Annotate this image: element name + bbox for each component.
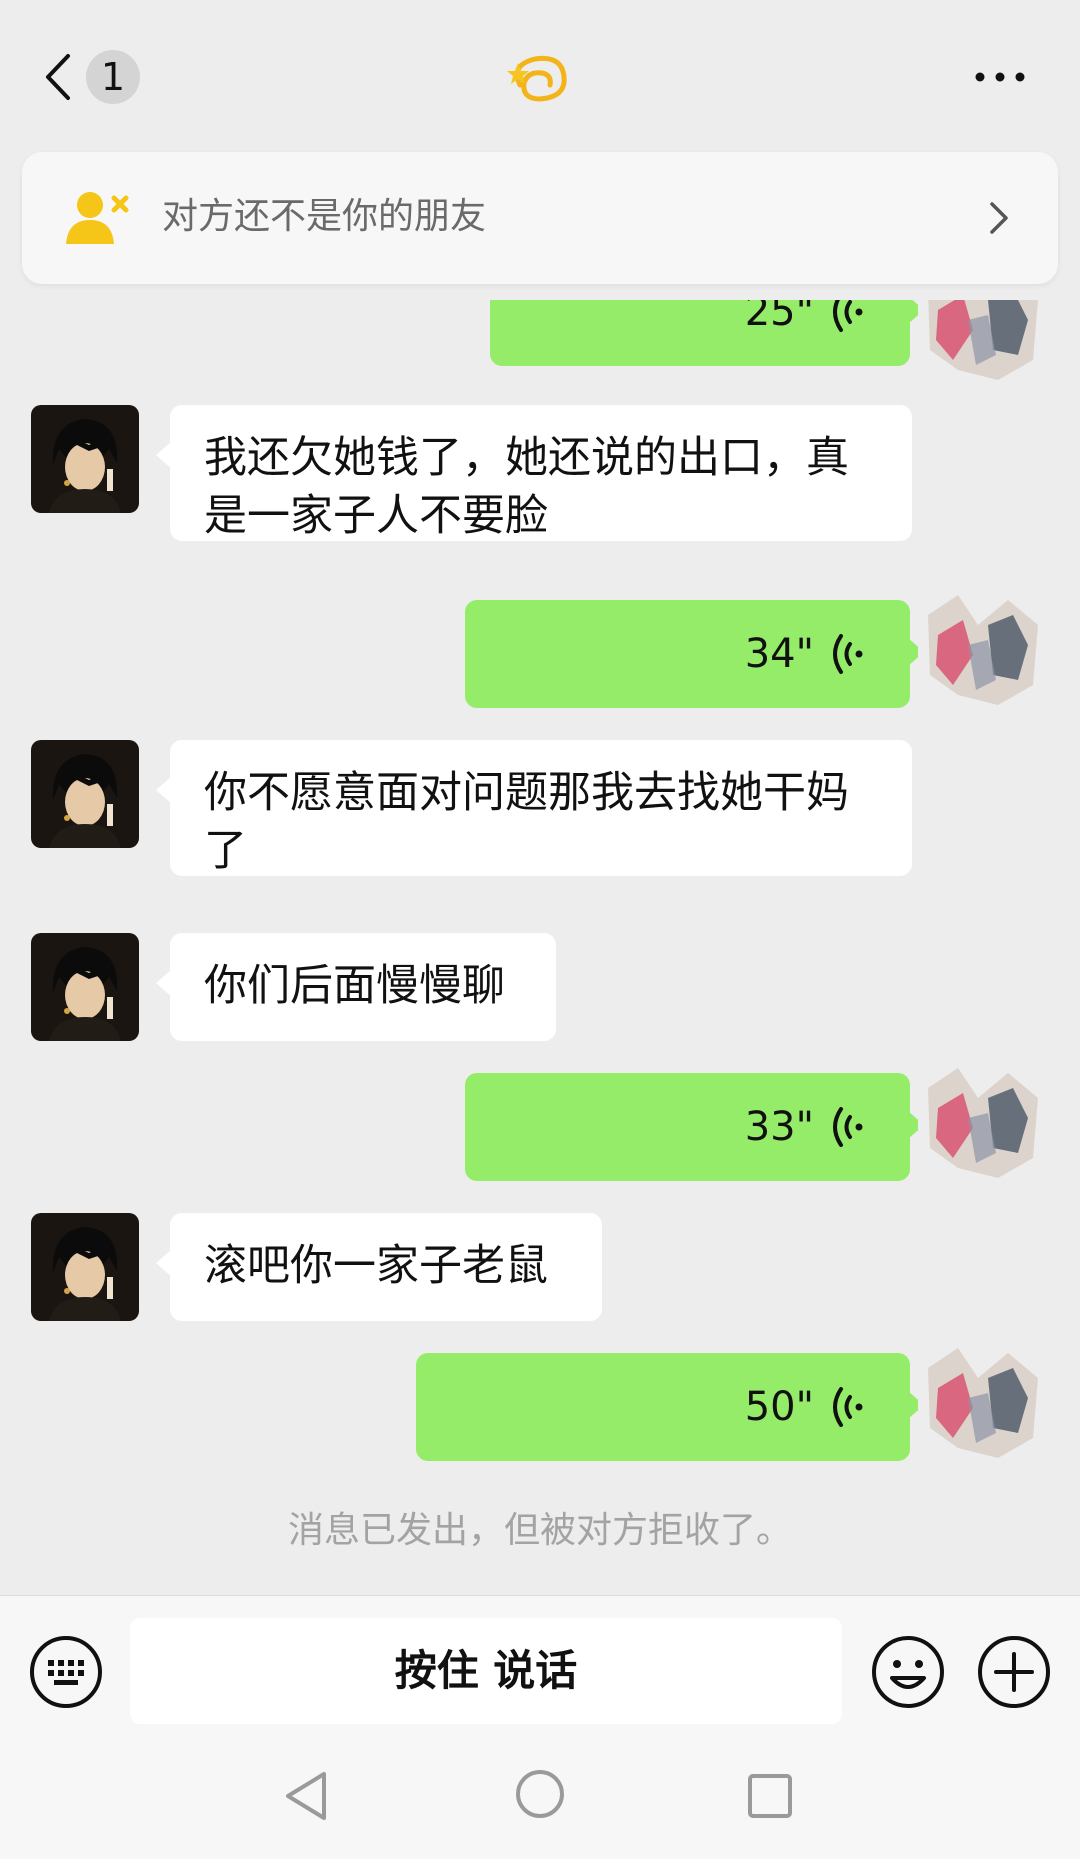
my-avatar[interactable]: [918, 585, 1048, 715]
blurred-avatar-image: [918, 585, 1048, 715]
contact-avatar[interactable]: [31, 405, 139, 513]
nav-back-button[interactable]: [280, 1768, 336, 1824]
voice-wave-icon: [833, 1107, 863, 1147]
text-message-bubble[interactable]: 我还欠她钱了，她还说的出口，真 是一家子人不要脸: [156, 405, 912, 541]
anime-avatar-image: [31, 740, 139, 848]
voice-duration: 25": [744, 300, 814, 335]
message-rejected-notice: 消息已发出，但被对方拒收了。: [287, 1510, 792, 1551]
message-text-line: 你们后面慢慢聊: [204, 961, 505, 1011]
voice-message-bubble[interactable]: 50": [416, 1353, 924, 1461]
my-avatar[interactable]: [918, 1058, 1048, 1188]
circle-home-icon: [516, 1770, 564, 1818]
more-options-button[interactable]: [970, 52, 1030, 102]
input-bar: 按住 说话: [0, 1595, 1080, 1726]
message-list[interactable]: 25" 我还欠她钱了，她还说的出口，真 是一家子人不要脸 34" 你不愿意面对问…: [0, 300, 1080, 1595]
keyboard-icon: [30, 1636, 102, 1708]
message-text-line: 了: [204, 826, 247, 876]
dizzy-emoji-icon: [507, 55, 567, 102]
message-text-line: 我还欠她钱了，她还说的出口，真: [204, 433, 849, 483]
contact-avatar[interactable]: [31, 933, 139, 1041]
text-message-bubble[interactable]: 滚吧你一家子老鼠: [156, 1213, 602, 1321]
system-navigation-bar: [0, 1726, 1080, 1859]
contact-avatar[interactable]: [31, 740, 139, 848]
triangle-back-icon: [286, 1772, 326, 1820]
keyboard-toggle-button[interactable]: [28, 1634, 104, 1710]
message-text-line: 你不愿意面对问题那我去找她干妈: [204, 768, 849, 818]
chevron-right-icon: [982, 196, 1016, 240]
message-text-line: 滚吧你一家子老鼠: [204, 1241, 548, 1291]
voice-wave-icon: [833, 1387, 863, 1427]
plus-icon: [978, 1636, 1050, 1708]
square-recents-icon: [748, 1774, 792, 1818]
text-message-bubble[interactable]: 你们后面慢慢聊: [156, 933, 556, 1041]
anime-avatar-image: [31, 405, 139, 513]
nav-home-button[interactable]: [512, 1766, 568, 1822]
my-avatar[interactable]: [918, 300, 1048, 390]
ellipsis-icon: [975, 72, 1025, 82]
chevron-left-icon: [46, 54, 70, 100]
text-message-bubble[interactable]: 你不愿意面对问题那我去找她干妈 了: [156, 740, 912, 876]
voice-wave-icon: [833, 634, 863, 674]
smiley-icon: [872, 1636, 944, 1708]
more-actions-button[interactable]: [976, 1634, 1052, 1710]
not-friend-banner[interactable]: 对方还不是你的朋友: [22, 152, 1058, 284]
voice-wave-icon: [833, 300, 863, 332]
banner-text: 对方还不是你的朋友: [162, 196, 487, 237]
voice-message-bubble[interactable]: 34": [465, 600, 924, 708]
message-text-line: 是一家子人不要脸: [204, 491, 548, 541]
nav-recents-button[interactable]: [742, 1768, 798, 1824]
voice-message-bubble[interactable]: 33": [465, 1073, 924, 1181]
voice-duration: 50": [744, 1384, 814, 1430]
my-avatar[interactable]: [918, 1338, 1048, 1468]
back-button[interactable]: [34, 40, 94, 114]
emoji-button[interactable]: [870, 1634, 946, 1710]
anime-avatar-image: [31, 1213, 139, 1321]
hold-to-talk-button[interactable]: 按住 说话: [130, 1618, 842, 1724]
voice-message-bubble[interactable]: 25": [490, 300, 924, 366]
blurred-avatar-image: [918, 300, 1048, 390]
chat-header: 1: [0, 0, 1080, 150]
contact-avatar[interactable]: [31, 1213, 139, 1321]
anime-avatar-image: [31, 933, 139, 1041]
voice-duration: 34": [744, 631, 814, 677]
person-remove-icon: [64, 188, 134, 248]
voice-duration: 33": [744, 1104, 814, 1150]
chat-title: [500, 45, 580, 115]
blurred-avatar-image: [918, 1058, 1048, 1188]
unread-count-badge[interactable]: 1: [86, 50, 140, 104]
blurred-avatar-image: [918, 1338, 1048, 1468]
